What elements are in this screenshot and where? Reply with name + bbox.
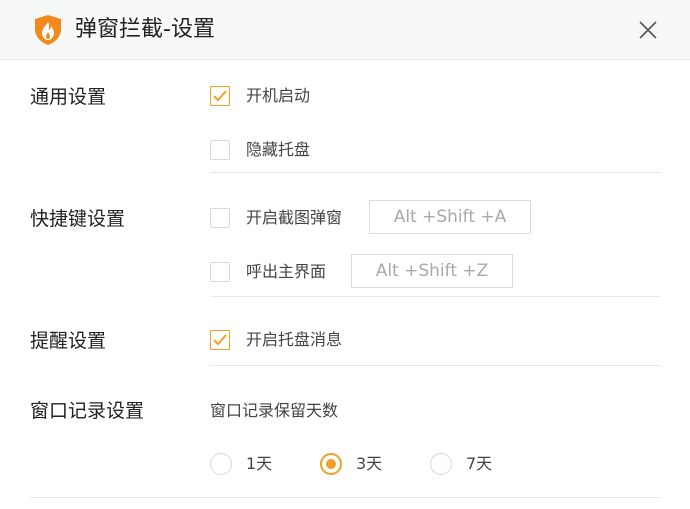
- radio-3-days[interactable]: [320, 453, 342, 475]
- section-title-reminder: 提醒设置: [30, 330, 107, 352]
- main-window-checkbox[interactable]: [210, 262, 230, 282]
- divider: [210, 296, 660, 297]
- autostart-label[interactable]: 开机启动: [246, 85, 310, 107]
- title-bar: 弹窗拦截-设置: [0, 0, 690, 60]
- radio-1-day-label[interactable]: 1天: [246, 453, 272, 475]
- radio-7-days[interactable]: [430, 453, 452, 475]
- tray-message-checkbox[interactable]: [210, 330, 230, 350]
- screenshot-popup-hotkey-input[interactable]: Alt +Shift +A: [369, 200, 531, 234]
- radio-1-day[interactable]: [210, 453, 232, 475]
- screenshot-popup-label[interactable]: 开启截图弹窗: [246, 207, 342, 229]
- tray-message-label[interactable]: 开启托盘消息: [246, 329, 342, 351]
- flame-shield-icon: [35, 15, 61, 45]
- divider: [210, 172, 660, 173]
- checkmark-icon: [213, 334, 227, 346]
- section-title-hotkeys: 快捷键设置: [30, 208, 126, 230]
- history-days-label: 窗口记录保留天数: [210, 401, 339, 420]
- hide-tray-label[interactable]: 隐藏托盘: [246, 139, 310, 161]
- divider: [210, 365, 660, 366]
- checkmark-icon: [213, 90, 227, 102]
- radio-7-days-label[interactable]: 7天: [466, 453, 492, 475]
- close-icon: [639, 21, 657, 39]
- screenshot-popup-checkbox[interactable]: [210, 208, 230, 228]
- divider: [30, 497, 660, 498]
- window-title: 弹窗拦截-设置: [75, 17, 215, 42]
- hide-tray-checkbox[interactable]: [210, 140, 230, 160]
- main-window-label[interactable]: 呼出主界面: [246, 261, 326, 283]
- radio-selected-dot: [326, 459, 336, 469]
- main-window-hotkey-input[interactable]: Alt +Shift +Z: [351, 254, 513, 288]
- section-title-general: 通用设置: [30, 86, 107, 108]
- radio-3-days-label[interactable]: 3天: [356, 453, 382, 475]
- autostart-checkbox[interactable]: [210, 86, 230, 106]
- section-title-history: 窗口记录设置: [30, 400, 145, 422]
- close-button[interactable]: [634, 16, 662, 44]
